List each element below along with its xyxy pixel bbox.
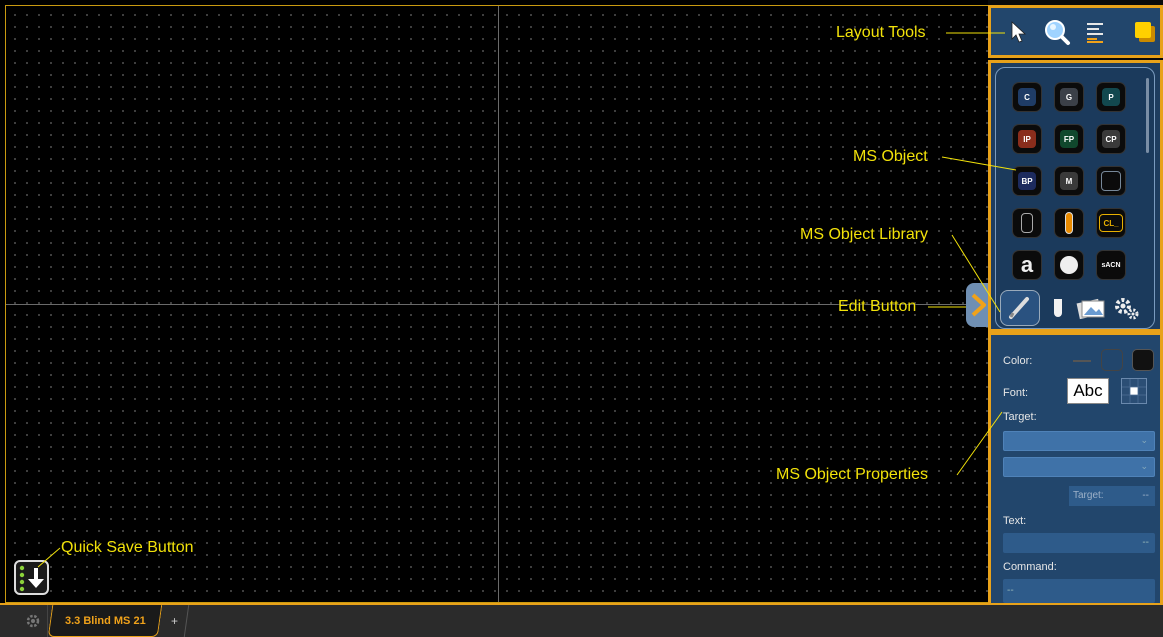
zoom-tool[interactable] (1043, 18, 1071, 46)
font-sample-button[interactable]: Abc (1067, 378, 1109, 404)
ms-object-tile[interactable]: P (1096, 82, 1126, 112)
layer-tool[interactable] (1131, 18, 1159, 46)
text-input[interactable]: -- (1003, 533, 1155, 553)
object-library-grid: C G P IP FP CP BP M CL_a sACN (995, 67, 1155, 329)
ms-object-tile-label: CP (1102, 130, 1120, 148)
test-tube-icon (1054, 299, 1062, 317)
ms-object-tile-label: sACN (1098, 256, 1124, 274)
add-tab-button[interactable]: + (160, 605, 190, 637)
text-input-value: -- (1142, 537, 1149, 548)
layout-tools-bar (988, 5, 1163, 58)
chevron-right-icon (971, 293, 986, 317)
ms-object-tile[interactable]: BP (1012, 166, 1042, 196)
pointer-tool[interactable] (1005, 18, 1033, 46)
callout-edit-button: Edit Button (838, 298, 917, 315)
text-position-button[interactable] (1121, 378, 1147, 404)
ms-object-tile[interactable]: IP (1012, 124, 1042, 154)
color-label: Color: (1003, 355, 1033, 367)
text-align-icon (1087, 23, 1103, 43)
ms-object-tile[interactable] (1054, 208, 1084, 238)
align-tool[interactable] (1083, 18, 1111, 46)
cursor-arrow-icon (1011, 21, 1027, 43)
gears-icon (1115, 298, 1139, 320)
ms-object-properties: Color: Font: Abc Target: ⌄ ⌄ Target: -- … (988, 332, 1163, 605)
ms-object-tile[interactable]: a (1012, 250, 1042, 280)
command-input-value: -- (1007, 585, 1014, 596)
position-grid-icon (1122, 379, 1146, 403)
command-input[interactable]: -- (1003, 579, 1155, 603)
ms-object-tile-label: BP (1018, 172, 1036, 190)
ms-object-tile[interactable] (1012, 208, 1042, 238)
command-label: Command: (1003, 561, 1057, 573)
target-label: Target: (1003, 411, 1037, 423)
tab-blind-ms-21[interactable]: 3.3 Blind MS 21 (47, 605, 163, 637)
ms-object-tile[interactable]: G (1054, 82, 1084, 112)
magnifier-icon (1045, 20, 1070, 45)
save-arrow-icon (19, 565, 44, 592)
pencil-icon (1009, 297, 1029, 319)
ms-object-tile-label: M (1060, 172, 1078, 190)
edit-tab-pencil[interactable] (1000, 290, 1040, 326)
tab-label: 3.3 Blind MS 21 (64, 614, 146, 627)
ms-object-tile[interactable]: CL_ (1096, 208, 1126, 238)
line-color-swatch[interactable] (1073, 360, 1091, 362)
right-panel: C G P IP FP CP BP M CL_ a sACN Color: Fo… (988, 0, 1163, 605)
ms-object-tile-label: FP (1060, 130, 1078, 148)
ms-object-tile-label: CL_ (1099, 214, 1123, 232)
picture-stack-icon (1076, 298, 1105, 320)
target-sub-label: Target: (1073, 490, 1104, 501)
ms-object-tile[interactable] (1096, 166, 1126, 196)
ms-object-tile-label: IP (1018, 130, 1036, 148)
target-subtype-dropdown[interactable]: ⌄ (1003, 457, 1155, 477)
font-label: Font: (1003, 387, 1029, 399)
ms-object-tile-label (1060, 256, 1078, 274)
settings-tab-button[interactable] (18, 605, 48, 637)
target-sub-value: -- (1142, 490, 1149, 501)
ms-object-tile-label (1101, 171, 1121, 191)
ms-object-tile-label (1065, 212, 1073, 234)
ms-object-tile-label: a (1020, 252, 1034, 277)
callout-ms-object: MS Object (853, 148, 928, 165)
callout-ms-object-properties: MS Object Properties (776, 466, 929, 483)
plus-icon: + (170, 614, 178, 628)
quick-save-button[interactable] (14, 560, 49, 595)
library-scrollbar[interactable] (1146, 78, 1149, 153)
layers-icon (1135, 22, 1155, 42)
images-tab[interactable] (1076, 290, 1106, 326)
settings-tab[interactable] (1112, 290, 1142, 326)
ms-object-tile[interactable]: FP (1054, 124, 1084, 154)
tab-bar: 3.3 Blind MS 21 + (0, 603, 1163, 637)
ms-object-tile[interactable]: M (1054, 166, 1084, 196)
ms-object-tile-label: C (1018, 88, 1036, 106)
tube-tab[interactable] (1046, 290, 1070, 326)
chevron-down-icon: ⌄ (1140, 435, 1148, 445)
ms-object-tile[interactable]: CP (1096, 124, 1126, 154)
callout-quick-save-button: Quick Save Button (61, 539, 194, 556)
gear-icon (26, 614, 39, 628)
ms-object-tile[interactable]: sACN (1096, 250, 1126, 280)
ms-object-tile-label: P (1102, 88, 1120, 106)
ms-object-tile[interactable] (1054, 250, 1084, 280)
callout-layout-tools: Layout Tools (836, 24, 926, 41)
chevron-down-icon: ⌄ (1140, 461, 1148, 471)
ms-object-tile-label: G (1060, 88, 1078, 106)
ms-object-tile[interactable]: C (1012, 82, 1042, 112)
text-label: Text: (1003, 515, 1027, 527)
fill-color-swatch[interactable] (1132, 349, 1154, 371)
ms-object-tile-label (1021, 213, 1033, 233)
callout-ms-object-library: MS Object Library (800, 226, 929, 243)
target-number-field[interactable]: Target: -- (1069, 486, 1155, 506)
border-color-swatch[interactable] (1101, 349, 1123, 371)
target-type-dropdown[interactable]: ⌄ (1003, 431, 1155, 451)
ms-object-library: C G P IP FP CP BP M CL_a sACN (988, 60, 1163, 332)
